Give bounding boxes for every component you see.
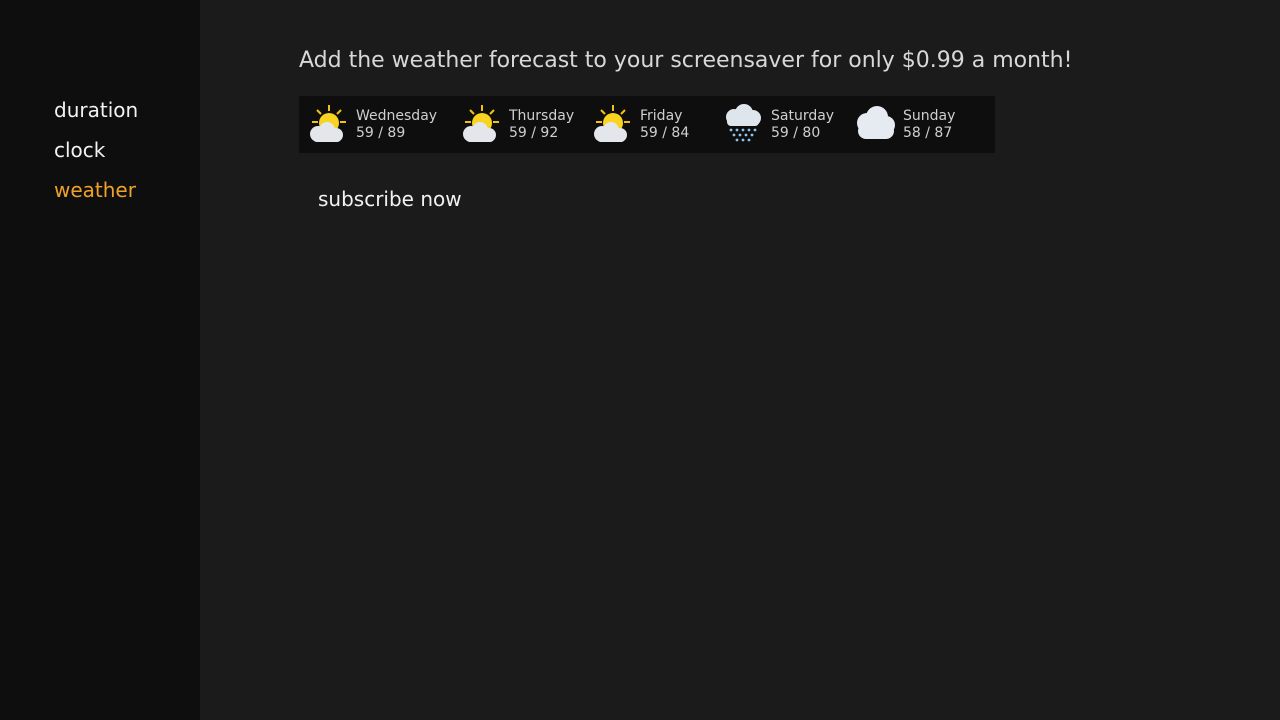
forecast-day-temps: 59 / 80 (771, 125, 821, 141)
forecast-day-name: Saturday (771, 108, 835, 124)
forecast-strip: Wednesday 59 / 89 Thursday 59 / 92 Frida… (299, 96, 995, 153)
forecast-day-name: Thursday (509, 108, 575, 124)
promo-text: Add the weather forecast to your screens… (299, 48, 1073, 73)
forecast-day-temps: 59 / 84 (640, 125, 690, 141)
rain-icon (726, 104, 761, 142)
forecast-day-temps: 58 / 87 (903, 125, 953, 141)
subscribe-button[interactable]: subscribe now (318, 186, 462, 212)
forecast-day-name: Wednesday (356, 108, 438, 124)
sidebar: duration clock weather (0, 0, 200, 720)
forecast-day-name: Friday (640, 108, 683, 124)
menu-item-duration[interactable]: duration (54, 98, 138, 122)
partly-sunny-icon (310, 105, 346, 142)
menu-item-weather[interactable]: weather (54, 178, 136, 202)
partly-sunny-icon (594, 105, 630, 142)
partly-sunny-icon (463, 105, 499, 142)
forecast-day-name: Sunday (903, 108, 956, 124)
menu-item-clock[interactable]: clock (54, 138, 105, 162)
forecast-day-temps: 59 / 92 (509, 125, 559, 141)
cloudy-icon (857, 106, 895, 139)
forecast-day-temps: 59 / 89 (356, 125, 406, 141)
